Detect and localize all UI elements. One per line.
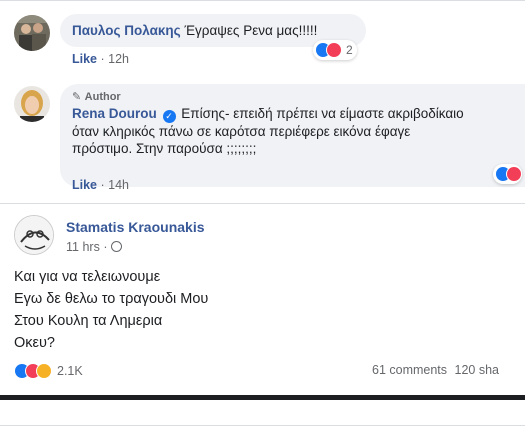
post-reaction-count: 2.1K (57, 364, 83, 378)
bottom-divider-light (0, 425, 525, 426)
avatar-photo-icon (14, 86, 50, 122)
comment-text-line: Επίσης- επειδή πρέπει να είμαστε ακριβοδ… (181, 106, 464, 121)
top-divider (0, 0, 525, 1)
comments-count[interactable]: 61 comments (372, 363, 447, 377)
reaction-summary[interactable]: 2 (313, 40, 357, 60)
comment-text-line: πρόστιμο. Στην παρούσα ;;;;;;;; (72, 141, 257, 156)
reaction-summary[interactable] (493, 164, 522, 184)
comment-meta: Like · 14h (72, 178, 129, 192)
post-line: Οκευ? (14, 335, 55, 351)
post-line: Και για να τελειωνουμε (14, 269, 161, 285)
comment-time[interactable]: 14h (108, 178, 129, 192)
avatar[interactable] (14, 15, 50, 51)
like-link[interactable]: Like (72, 178, 97, 192)
post-line: Εγω δε θελω το τραγουδι Μου (14, 291, 209, 307)
comment-meta: Like · 12h (72, 52, 129, 66)
post-time[interactable]: 11 hrs (66, 240, 100, 254)
comment-time[interactable]: 12h (108, 52, 129, 66)
section-divider (0, 203, 525, 204)
globe-icon (110, 241, 122, 252)
post-reactions[interactable]: 2.1K (14, 363, 83, 379)
comment-text-line: όταν κληρικός πάνω σε καρότσα περιέφερε … (72, 124, 411, 139)
avatar[interactable] (14, 215, 54, 255)
comment-author[interactable]: Rena Dourou (72, 106, 157, 121)
reaction-count: 2 (346, 43, 353, 57)
post-meta: 11 hrs · (66, 240, 122, 254)
post-line: Στου Κουλη τα Λημερια (14, 313, 163, 329)
comment-bubble: ✎ Author Rena Dourou ✓ Επίσης- επειδή πρ… (60, 84, 525, 187)
avatar[interactable] (14, 86, 50, 122)
bottom-divider-dark (0, 395, 525, 400)
avatar-drawing-icon (15, 216, 53, 254)
avatar-photo-icon (14, 15, 50, 51)
comment-author[interactable]: Παυλος Πολακης (72, 23, 181, 38)
haha-reaction-icon (36, 363, 52, 379)
love-reaction-icon (506, 166, 522, 182)
pencil-icon: ✎ (72, 91, 82, 103)
like-link[interactable]: Like (72, 52, 97, 66)
post-author[interactable]: Stamatis Kraounakis (66, 219, 205, 235)
verified-badge-icon: ✓ (162, 110, 176, 123)
comment-text: Έγραψες Ρενα μας!!!!! (184, 23, 318, 38)
author-badge: ✎ Author (72, 91, 121, 103)
shares-count[interactable]: 120 sha (455, 363, 499, 377)
love-reaction-icon (326, 42, 342, 58)
post-body: Και για να τελειωνουμε Εγω δε θελω το τρ… (14, 266, 208, 354)
post-counts: 61 comments 120 sha (372, 363, 525, 377)
